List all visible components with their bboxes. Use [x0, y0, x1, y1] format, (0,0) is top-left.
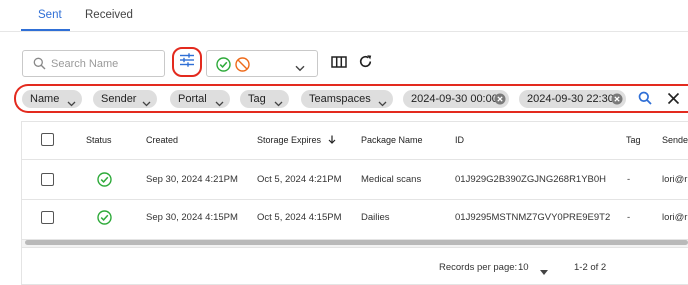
column-header-id[interactable]: ID [455, 130, 464, 150]
clear-icon[interactable] [611, 93, 623, 111]
check-circle-icon [97, 172, 112, 192]
filter-chip-sender[interactable]: Sender [93, 90, 157, 108]
filter-chip-label: Tag [248, 93, 266, 105]
filter-chip-label: Name [30, 93, 60, 105]
cell-sender: lori@r [662, 174, 688, 185]
cell-tag: - [627, 212, 631, 223]
filter-chip-portal[interactable]: Portal [170, 90, 230, 108]
records-per-page-select[interactable]: 10 [518, 261, 552, 275]
sort-arrow-down-icon [328, 131, 336, 151]
check-circle-icon [216, 57, 231, 77]
sliders-icon [179, 52, 195, 72]
chevron-down-icon [67, 95, 76, 113]
cell-created: Sep 30, 2024 4:15PM [146, 212, 238, 223]
chevron-down-icon [215, 95, 224, 113]
search-icon [638, 91, 652, 109]
select-all-checkbox[interactable] [41, 133, 54, 146]
caret-down-icon [540, 266, 548, 280]
close-filters-button[interactable] [667, 92, 680, 110]
records-per-page-value: 10 [518, 262, 529, 273]
footer-divider [22, 247, 688, 248]
search-box[interactable] [22, 50, 165, 77]
tab-received[interactable]: Received [85, 0, 133, 31]
cell-id: 01J9295MSTNMZ7GVY0PRE9E9T2 [455, 212, 611, 223]
filter-chip-label: Teamspaces [309, 93, 371, 105]
column-header-created[interactable]: Created [146, 130, 178, 150]
date-to-value: 2024-09-30 22:30 [527, 93, 614, 105]
cell-id: 01J929G2B390ZGJNG268R1YB0H [455, 174, 607, 185]
row-checkbox[interactable] [41, 173, 54, 186]
search-input[interactable] [51, 55, 159, 73]
tabs-divider [0, 31, 688, 32]
columns-icon [331, 55, 347, 72]
chevron-down-icon [274, 95, 283, 113]
filter-chip-name[interactable]: Name [22, 90, 82, 108]
blocked-circle-icon [235, 57, 250, 77]
filter-toggle-button[interactable] [172, 47, 202, 77]
close-icon [667, 92, 680, 109]
tab-sent[interactable]: Sent [38, 0, 62, 31]
cell-tag: - [627, 174, 631, 185]
date-to-chip[interactable]: 2024-09-30 22:30 [519, 90, 626, 108]
cell-package-name: Dailies [361, 212, 390, 223]
column-header-tag[interactable]: Tag [626, 130, 641, 150]
row-divider [22, 199, 688, 200]
filter-chip-label: Sender [101, 93, 137, 105]
filter-chip-tag[interactable]: Tag [240, 90, 289, 108]
apply-filters-button[interactable] [638, 91, 652, 110]
chevron-down-icon [295, 59, 305, 77]
status-filter-select[interactable] [206, 50, 318, 77]
chevron-down-icon [142, 95, 151, 113]
pagination-range: 1-2 of 2 [574, 262, 607, 273]
column-header-sender[interactable]: Sender [662, 130, 688, 150]
cell-storage-expires: Oct 5, 2024 4:21PM [257, 174, 342, 185]
filter-chip-teamspaces[interactable]: Teamspaces [301, 90, 393, 108]
records-per-page-label: Records per page: [439, 262, 518, 273]
filter-chip-label: Portal [178, 93, 207, 105]
date-from-value: 2024-09-30 00:00 [411, 93, 498, 105]
column-header-status[interactable]: Status [86, 130, 112, 150]
search-icon [33, 57, 46, 75]
refresh-button[interactable] [358, 54, 373, 74]
column-header-package-name[interactable]: Package Name [361, 130, 423, 150]
column-header-label: Storage Expires [257, 135, 322, 145]
cell-storage-expires: Oct 5, 2024 4:15PM [257, 212, 342, 223]
header-divider [22, 159, 688, 160]
row-checkbox[interactable] [41, 211, 54, 224]
cell-package-name: Medical scans [361, 174, 422, 185]
refresh-icon [358, 55, 373, 73]
check-circle-icon [97, 210, 112, 230]
cell-created: Sep 30, 2024 4:21PM [146, 174, 238, 185]
column-header-storage-expires[interactable]: Storage Expires [257, 130, 336, 150]
cell-sender: lori@r [662, 212, 688, 223]
scrollbar-thumb[interactable] [25, 240, 688, 245]
columns-button[interactable] [331, 55, 347, 73]
chevron-down-icon [378, 95, 387, 113]
clear-icon[interactable] [494, 93, 506, 111]
date-from-chip[interactable]: 2024-09-30 00:00 [403, 90, 509, 108]
